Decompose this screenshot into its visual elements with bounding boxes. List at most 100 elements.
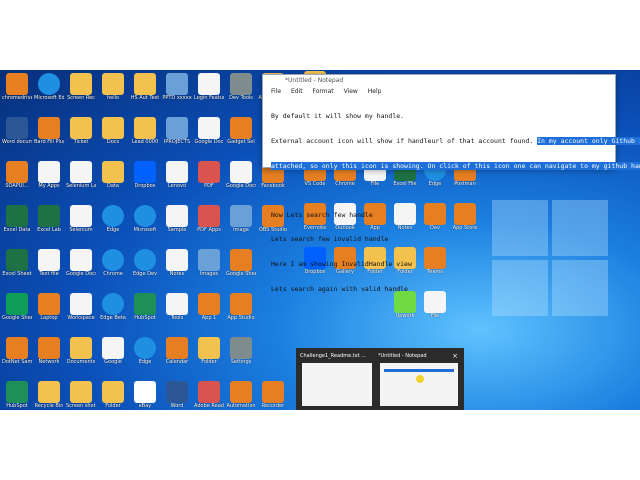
- desktop-icon[interactable]: Word document: [2, 116, 32, 154]
- desktop-icon-label: Selenium Lang: [66, 183, 96, 189]
- desktop-icon[interactable]: Recorder: [258, 380, 288, 410]
- desktop-icon[interactable]: Images: [194, 248, 224, 286]
- desktop-icon[interactable]: Gadget Sel: [226, 116, 256, 154]
- desktop-icon[interactable]: Dropbox: [130, 160, 160, 198]
- desktop-icon[interactable]: eBay: [130, 380, 160, 410]
- text-line: Here I am showing InvalidHandle view: [271, 260, 412, 269]
- desktop-icon[interactable]: HS Aut Test: [130, 72, 160, 110]
- desktop-icon[interactable]: Google Doc: [194, 116, 224, 154]
- excel-icon: [6, 205, 28, 227]
- desktop-icon[interactable]: Excel Data: [2, 204, 32, 242]
- pdf-icon: [198, 381, 220, 403]
- desktop-icon[interactable]: Edge Dev: [130, 248, 160, 286]
- desktop-icon[interactable]: Screen shots: [66, 380, 96, 410]
- app-icon: [230, 117, 252, 139]
- desktop-icon[interactable]: Selenium Lang: [66, 160, 96, 198]
- desktop-icon[interactable]: Documents: [66, 336, 96, 374]
- desktop-icon-label: HubSpot: [134, 315, 156, 321]
- desktop-icon[interactable]: Recycle Bin: [34, 380, 64, 410]
- folder-icon: [70, 381, 92, 403]
- desktop-icon[interactable]: Docs: [98, 116, 128, 154]
- desktop-icon[interactable]: Folder: [98, 380, 128, 410]
- desktop-icon[interactable]: Excel Sheet: [2, 248, 32, 286]
- desktop-icon[interactable]: Edge: [130, 336, 160, 374]
- desktop-icon[interactable]: Google Docs: [226, 160, 256, 198]
- desktop-icon[interactable]: Calendar: [162, 336, 192, 374]
- desktop-icon-label: Google: [104, 359, 122, 365]
- doc-icon: [198, 73, 220, 95]
- desktop-icon[interactable]: App Studio: [226, 292, 256, 330]
- desktop-icon[interactable]: Google Docs: [66, 248, 96, 286]
- desktop-icon[interactable]: Selenium: [66, 204, 96, 242]
- edge-icon: [102, 205, 124, 227]
- desktop-icon[interactable]: Sample: [162, 204, 192, 242]
- desktop-icon[interactable]: Laptop: [34, 292, 64, 330]
- desktop-icon[interactable]: PPTD xxxxx: [162, 72, 192, 110]
- close-icon[interactable]: ×: [452, 352, 458, 360]
- desktop-icon[interactable]: Edge: [98, 204, 128, 242]
- desktop-icon[interactable]: Google: [98, 336, 128, 374]
- notepad-text-area[interactable]: By default it will show my handle. Exter…: [263, 96, 640, 309]
- desktop-icon[interactable]: Adobe Reader: [194, 380, 224, 410]
- menu-edit[interactable]: Edit: [291, 88, 303, 95]
- notepad-window[interactable]: *Untitled - Notepad File Edit Format Vie…: [262, 74, 640, 293]
- desktop-icon-label: Excel Lab: [37, 227, 61, 233]
- desktop-icon-label: Calendar: [165, 359, 189, 365]
- desktop-icon[interactable]: Tools: [162, 292, 192, 330]
- desktop-icon-label: Word: [170, 403, 184, 409]
- hs-icon: [134, 293, 156, 315]
- desktop-icon[interactable]: My Apps: [34, 160, 64, 198]
- menu-format[interactable]: Format: [313, 88, 334, 95]
- app-icon: [6, 161, 28, 183]
- desktop-icon[interactable]: App 1: [194, 292, 224, 330]
- desktop-icon[interactable]: Settings: [226, 336, 256, 374]
- menu-file[interactable]: File: [271, 88, 281, 95]
- desktop-icon[interactable]: Automation: [226, 380, 256, 410]
- desktop-icon[interactable]: Excel Lab: [34, 204, 64, 242]
- thumb-readme[interactable]: Challenge1_Readme.txt ...: [300, 352, 374, 406]
- desktop-icon[interactable]: Ticket: [66, 116, 96, 154]
- desktop-icon[interactable]: Text file: [34, 248, 64, 286]
- desktop-icon[interactable]: PDF Apps: [194, 204, 224, 242]
- desktop-icon[interactable]: Microsoft: [130, 204, 160, 242]
- desktop-icon[interactable]: Microsoft Edge: [34, 72, 64, 110]
- desktop-icon-label: App Studio: [227, 315, 255, 321]
- desktop-icon[interactable]: Lead 0000: [130, 116, 160, 154]
- desktop-icon[interactable]: chromedriver: [2, 72, 32, 110]
- desktop-icon[interactable]: Google Sheets: [226, 248, 256, 286]
- desktop-icon[interactable]: Folder: [194, 336, 224, 374]
- desktop-icon[interactable]: IPROJECTS: [162, 116, 192, 154]
- desktop-icon-label: Recycle Bin: [34, 403, 64, 409]
- desktop-icon-label: HS Aut Test: [130, 95, 160, 101]
- desktop-icon[interactable]: PDF: [194, 160, 224, 198]
- desktop-icon[interactable]: Chrome: [98, 248, 128, 286]
- desktop-icon[interactable]: Word: [162, 380, 192, 410]
- desktop-icon[interactable]: Login Features: [194, 72, 224, 110]
- desktop-icon-label: Screen shots: [66, 403, 96, 409]
- desktop-icon[interactable]: HubSpot: [130, 292, 160, 330]
- desktop-icon-label: Dropbox: [134, 183, 156, 189]
- desktop-icon[interactable]: HubSpot: [2, 380, 32, 410]
- desktop-icon[interactable]: Image: [226, 204, 256, 242]
- desktop-icon[interactable]: Data: [98, 160, 128, 198]
- desktop-icon[interactable]: Dev Tools: [226, 72, 256, 110]
- desktop-icon[interactable]: Workspace: [66, 292, 96, 330]
- desktop-icon[interactable]: Lenovo: [162, 160, 192, 198]
- folder-icon: [198, 337, 220, 359]
- desktop-icon[interactable]: Edge Beta: [98, 292, 128, 330]
- desktop-icon[interactable]: hello: [98, 72, 128, 110]
- desktop-icon[interactable]: Bard Fill Plug: [34, 116, 64, 154]
- desktop-icon-label: Google Docs: [66, 271, 96, 277]
- desktop-icon[interactable]: SOAPUI...: [2, 160, 32, 198]
- desktop-icon[interactable]: Notes: [162, 248, 192, 286]
- desktop-icon[interactable]: Network: [34, 336, 64, 374]
- desktop-icon[interactable]: Screen Rec: [66, 72, 96, 110]
- menu-view[interactable]: View: [344, 88, 358, 95]
- desktop-icon-label: Gadget Sel: [227, 139, 255, 145]
- menu-help[interactable]: Help: [368, 88, 382, 95]
- desktop-icon[interactable]: DotNet Sample: [2, 336, 32, 374]
- desktop-icon-label: Google Sheets: [2, 315, 32, 321]
- desktop-icon[interactable]: Google Sheets: [2, 292, 32, 330]
- text-line: Lets search again with valid handle: [271, 284, 408, 293]
- thumb-notepad[interactable]: *Untitled - Notepad ×: [378, 352, 460, 406]
